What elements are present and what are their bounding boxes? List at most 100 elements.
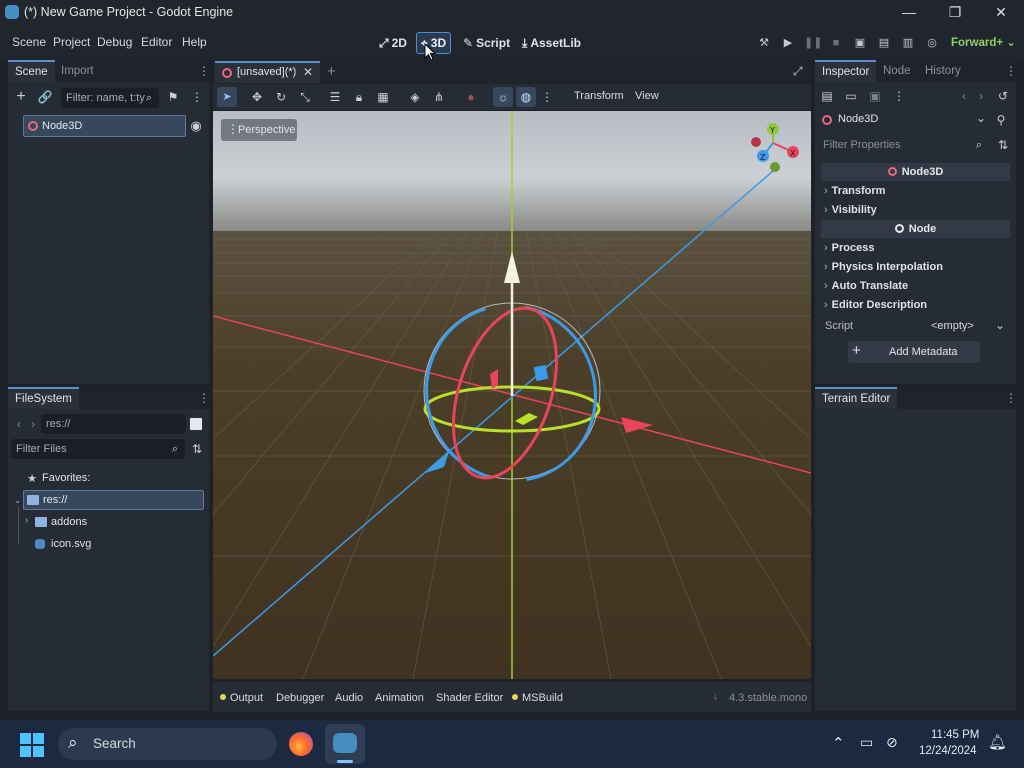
tab-history[interactable]: History <box>918 60 968 82</box>
minimize-button[interactable]: — <box>886 0 932 24</box>
section-node[interactable]: Node <box>821 220 1010 238</box>
preview-settings-icon[interactable]: ⋮ <box>539 89 555 105</box>
workspace-2d-button[interactable]: ⤢ 2D <box>375 32 411 54</box>
history-icon[interactable]: ↺ <box>995 88 1011 104</box>
filesystem-filter-input[interactable]: Filter Files <box>11 439 185 459</box>
group-icon[interactable]: ▦ <box>375 89 391 105</box>
menu-help[interactable]: Help <box>182 35 207 49</box>
tab-inspector[interactable]: Inspector <box>815 60 877 82</box>
history-forward-icon[interactable]: › <box>973 88 989 104</box>
bottom-tab-shader-editor[interactable]: Shader Editor <box>436 692 503 704</box>
perspective-menu[interactable]: ⋮ Perspective <box>221 119 297 141</box>
split-mode-icon[interactable] <box>190 418 202 430</box>
list-select-icon[interactable]: ☰ <box>327 89 343 105</box>
menu-project[interactable]: Project <box>53 35 90 49</box>
tree-item-res[interactable]: res:// <box>23 490 204 510</box>
taskbar-search[interactable]: ⌕ Search <box>58 728 277 760</box>
tree-item-icon-svg[interactable]: icon.svg <box>35 535 175 553</box>
expand-icon[interactable]: › <box>25 515 28 526</box>
add-tab-icon[interactable]: + <box>327 63 336 80</box>
play-scene-icon[interactable]: ▤ <box>876 35 892 51</box>
rotate-tool-icon[interactable]: ↻ <box>273 89 289 105</box>
link-icon[interactable]: 🔗 <box>37 89 53 105</box>
renderer-selector[interactable]: Forward+ ⌄ <box>951 35 1016 49</box>
clock-date[interactable]: 12/24/2024 <box>919 745 977 757</box>
windows-start-icon[interactable] <box>20 733 44 757</box>
sort-icon[interactable]: ⇅ <box>189 441 205 457</box>
snap-icon[interactable]: ⋔ <box>431 89 447 105</box>
play-custom-scene-icon[interactable]: ▥ <box>900 35 916 51</box>
camera-preview-icon[interactable]: ● <box>463 89 479 105</box>
tab-import[interactable]: Import <box>54 60 101 82</box>
select-tool-icon[interactable]: ➤ <box>217 87 237 107</box>
stop-icon[interactable]: ■ <box>828 35 844 51</box>
dock-menu-icon[interactable]: ⋮ <box>198 64 210 78</box>
save-resource-icon[interactable]: ▣ <box>867 88 883 104</box>
bell-icon[interactable]: 🔔︎ <box>988 733 1007 751</box>
bottom-tab-output[interactable]: Output <box>220 692 263 704</box>
sun-preview-icon[interactable]: ☼ <box>493 87 513 107</box>
tree-item-addons[interactable]: addons <box>35 513 175 531</box>
property-sort-icon[interactable]: ⇅ <box>995 137 1011 153</box>
scale-tool-icon[interactable]: ⤡ <box>297 89 313 105</box>
godot-taskbar-button[interactable] <box>325 724 365 764</box>
dock-menu-icon[interactable]: ⋮ <box>1005 64 1017 78</box>
add-metadata-button[interactable]: + Add Metadata <box>848 341 980 363</box>
maximize-button[interactable]: ❐ <box>932 0 978 24</box>
local-space-icon[interactable]: ◈ <box>407 89 423 105</box>
property-editor-description[interactable]: › Editor Description <box>824 299 927 311</box>
add-node-icon[interactable]: + <box>13 89 29 105</box>
path-input[interactable]: res:// <box>41 414 186 434</box>
script-value[interactable]: <empty> <box>931 320 974 332</box>
view-menu[interactable]: View <box>635 90 659 102</box>
bottom-tab-audio[interactable]: Audio <box>335 692 363 704</box>
tab-node[interactable]: Node <box>876 60 918 82</box>
visibility-eye-icon[interactable]: ◉ <box>188 118 204 134</box>
property-process[interactable]: › Process <box>824 242 874 254</box>
dock-menu-icon[interactable]: ⋮ <box>1005 391 1017 405</box>
bottom-tab-msbuild[interactable]: MSBuild <box>512 692 563 704</box>
tab-terrain-editor[interactable]: Terrain Editor <box>815 387 898 409</box>
object-properties-icon[interactable]: ⚲ <box>993 112 1009 128</box>
viewport-3d[interactable]: Y X Z ⋮ Perspective <box>213 111 811 679</box>
tab-unsaved-scene[interactable]: [unsaved](*) ✕ <box>215 61 320 83</box>
tab-filesystem[interactable]: FileSystem <box>8 387 79 409</box>
scene-menu-icon[interactable]: ⋮ <box>189 89 205 105</box>
movie-maker-icon[interactable]: ◎ <box>924 35 940 51</box>
chevron-up-icon[interactable]: ⌃ <box>832 734 845 752</box>
transform-menu[interactable]: Transform <box>574 90 624 102</box>
bottom-tab-animation[interactable]: Animation <box>375 692 424 704</box>
property-transform[interactable]: › Transform <box>824 185 885 197</box>
inspector-filter-input[interactable]: Filter Properties <box>818 135 986 155</box>
new-resource-icon[interactable]: ▤ <box>819 88 835 104</box>
section-node3d[interactable]: Node3D <box>821 163 1010 181</box>
property-auto-translate[interactable]: › Auto Translate <box>824 280 908 292</box>
network-offline-icon[interactable]: ⊘ <box>886 734 898 751</box>
move-tool-icon[interactable]: ✥ <box>249 89 265 105</box>
lock-icon[interactable]: 🔒︎ <box>351 89 367 105</box>
script-attach-icon[interactable]: ⚑ <box>165 89 181 105</box>
close-button[interactable]: ✕ <box>978 0 1024 24</box>
bottom-tab-debugger[interactable]: Debugger <box>276 692 324 704</box>
close-tab-icon[interactable]: ✕ <box>303 65 313 79</box>
forward-icon[interactable]: › <box>25 416 41 432</box>
menu-editor[interactable]: Editor <box>141 35 172 49</box>
clock-time[interactable]: 11:45 PM <box>931 729 979 741</box>
tree-item-node3d[interactable]: Node3D <box>23 115 186 137</box>
notification-icon[interactable]: ⍭ <box>712 692 719 705</box>
play-icon[interactable]: ▶ <box>780 35 796 51</box>
menu-debug[interactable]: Debug <box>97 35 132 49</box>
property-physics-interpolation[interactable]: › Physics Interpolation <box>824 261 943 273</box>
workspace-script-button[interactable]: ✎ Script <box>459 32 514 54</box>
menu-scene[interactable]: Scene <box>12 35 46 49</box>
history-back-icon[interactable]: ‹ <box>956 88 972 104</box>
object-selector[interactable]: Node3D ⌄ <box>818 109 988 131</box>
dock-menu-icon[interactable]: ⋮ <box>198 391 210 405</box>
open-resource-icon[interactable]: ▭ <box>843 88 859 104</box>
remote-debug-icon[interactable]: ▣ <box>852 35 868 51</box>
display-icon[interactable]: ▭ <box>860 734 873 751</box>
tab-scene[interactable]: Scene <box>8 60 55 82</box>
firefox-icon[interactable] <box>289 732 313 756</box>
environment-preview-icon[interactable]: ◍ <box>516 87 536 107</box>
property-visibility[interactable]: › Visibility <box>824 204 877 216</box>
